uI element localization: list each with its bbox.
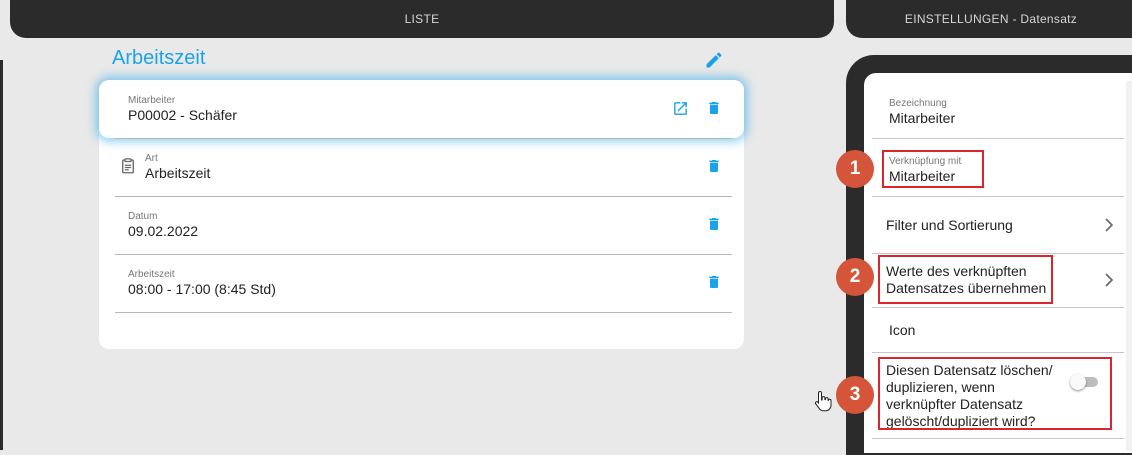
- tab-settings[interactable]: EINSTELLUNGEN - Datensatz: [846, 0, 1132, 38]
- trash-icon[interactable]: [706, 99, 722, 117]
- setting-werte-uebernehmen[interactable]: Werte des verknüpften Datensatzes überne…: [872, 253, 1124, 308]
- werte-line2: Datensatzes übernehmen: [886, 280, 1047, 296]
- field-label: Arbeitszeit: [128, 269, 175, 280]
- field-label: Mitarbeiter: [128, 95, 176, 106]
- record-title: Arbeitszeit: [112, 47, 206, 69]
- filter-label: Filter und Sortierung: [886, 217, 1013, 233]
- chevron-right-icon: [1105, 218, 1114, 232]
- open-external-icon[interactable]: [672, 100, 689, 117]
- chevron-right-icon: [1105, 273, 1114, 287]
- trash-icon[interactable]: [706, 157, 722, 175]
- icon-label: Icon: [889, 322, 916, 338]
- setting-icon[interactable]: Icon: [872, 307, 1124, 353]
- tab-settings-label: EINSTELLUNGEN - Datensatz: [904, 12, 1078, 26]
- field-label: Art: [145, 153, 158, 164]
- field-row-art[interactable]: Art Arbeitszeit: [115, 138, 732, 197]
- left-panel-edge: [0, 60, 3, 450]
- field-row-mitarbeiter[interactable]: Mitarbeiter P00002 - Schäfer: [115, 80, 732, 139]
- trash-icon[interactable]: [706, 273, 722, 291]
- edit-icon[interactable]: [704, 50, 724, 70]
- setting-bezeichnung[interactable]: Bezeichnung Mitarbeiter: [872, 81, 1124, 139]
- field-value: 08:00 - 17:00 (8:45 Std): [128, 281, 276, 297]
- field-value: P00002 - Schäfer: [128, 107, 237, 123]
- field-row-arbeitszeit[interactable]: Arbeitszeit 08:00 - 17:00 (8:45 Std): [115, 254, 732, 313]
- delete-line4: gelöscht/dupliziert wird?: [886, 413, 1036, 429]
- bezeichnung-label: Bezeichnung: [889, 98, 947, 109]
- field-label: Datum: [128, 211, 158, 222]
- werte-line1: Werte des verknüpften: [886, 263, 1027, 279]
- callout-badge-3: 3: [836, 376, 874, 414]
- setting-delete-duplicate[interactable]: Diesen Datensatz löschen/ duplizieren, w…: [872, 352, 1124, 439]
- clipboard-icon: [122, 158, 134, 174]
- delete-line3: verknüpfter Datensatz: [886, 396, 1023, 412]
- verknuepfung-value: Mitarbeiter: [889, 168, 956, 184]
- delete-duplicate-toggle[interactable]: [1070, 374, 1100, 390]
- tab-liste-label: LISTE: [404, 12, 440, 26]
- setting-filter-sortierung[interactable]: Filter und Sortierung: [872, 196, 1124, 254]
- setting-verknuepfung[interactable]: Verknüpfung mit Mitarbeiter: [872, 138, 1124, 197]
- callout-badge-1: 1: [836, 150, 874, 188]
- delete-line2: duplizieren, wenn: [886, 379, 995, 395]
- trash-icon[interactable]: [706, 215, 722, 233]
- delete-line1: Diesen Datensatz löschen/: [886, 362, 1053, 378]
- callout-badge-2: 2: [836, 258, 874, 296]
- field-value: 09.02.2022: [128, 223, 199, 239]
- field-value: Arbeitszeit: [145, 165, 211, 181]
- hand-cursor-icon: [814, 390, 832, 412]
- verknuepfung-label: Verknüpfung mit: [889, 156, 962, 167]
- field-row-datum[interactable]: Datum 09.02.2022: [115, 196, 732, 255]
- panel-scrollbar[interactable]: [1126, 81, 1132, 451]
- tab-liste[interactable]: LISTE: [10, 0, 834, 38]
- settings-panel: Bezeichnung Mitarbeiter Verknüpfung mit …: [864, 73, 1132, 453]
- bezeichnung-value: Mitarbeiter: [889, 110, 956, 126]
- toggle-knob: [1070, 374, 1086, 390]
